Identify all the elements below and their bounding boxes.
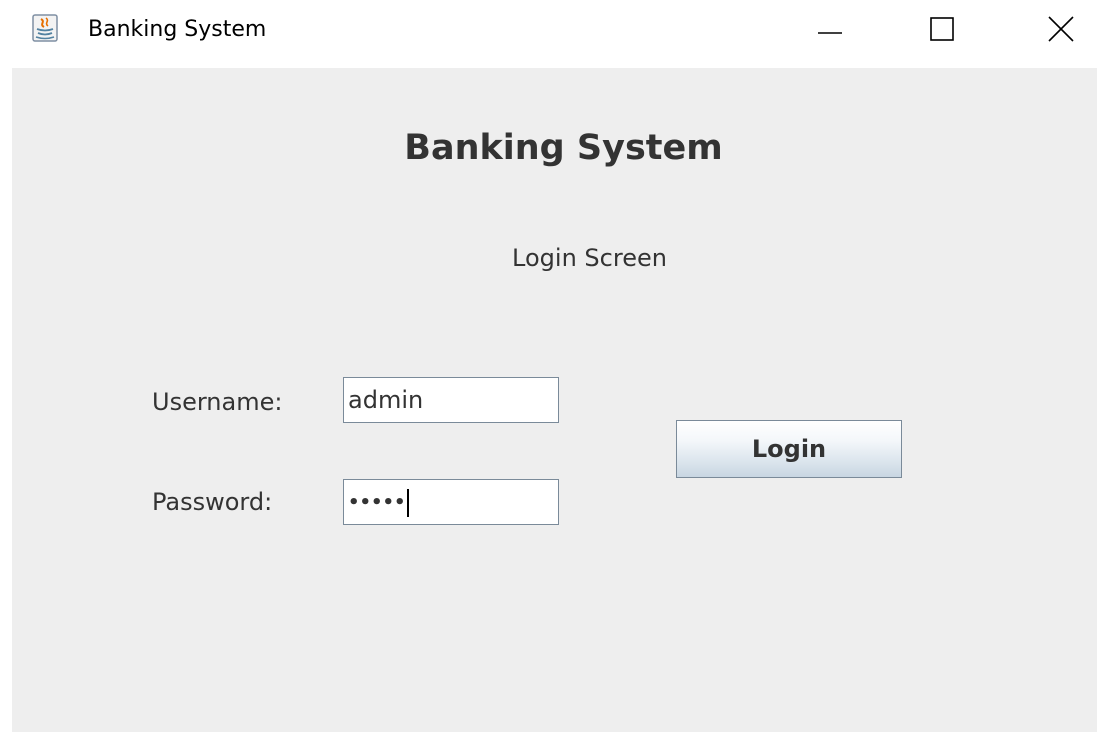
minimize-button[interactable]	[794, 0, 866, 62]
close-icon	[1048, 16, 1074, 46]
username-label: Username:	[152, 388, 283, 416]
java-app-icon	[32, 14, 58, 42]
login-panel: Banking System Login Screen Username: ad…	[12, 68, 1097, 732]
close-button[interactable]	[1025, 0, 1097, 62]
app-window: Banking System Banking System Login Scre…	[0, 0, 1097, 732]
page-title: Banking System	[404, 128, 723, 168]
page-subtitle: Login Screen	[512, 244, 667, 272]
maximize-icon	[930, 17, 954, 45]
window-title: Banking System	[88, 17, 267, 42]
password-masked-value: •••••	[348, 492, 406, 513]
password-label: Password:	[152, 488, 273, 516]
maximize-button[interactable]	[906, 0, 978, 62]
login-button[interactable]: Login	[676, 420, 902, 478]
username-value: admin	[348, 386, 424, 414]
title-bar[interactable]: Banking System	[0, 0, 1097, 64]
text-caret	[406, 489, 409, 517]
password-field[interactable]: •••••	[343, 479, 559, 525]
username-field[interactable]: admin	[343, 377, 559, 423]
minimize-icon	[818, 17, 842, 45]
